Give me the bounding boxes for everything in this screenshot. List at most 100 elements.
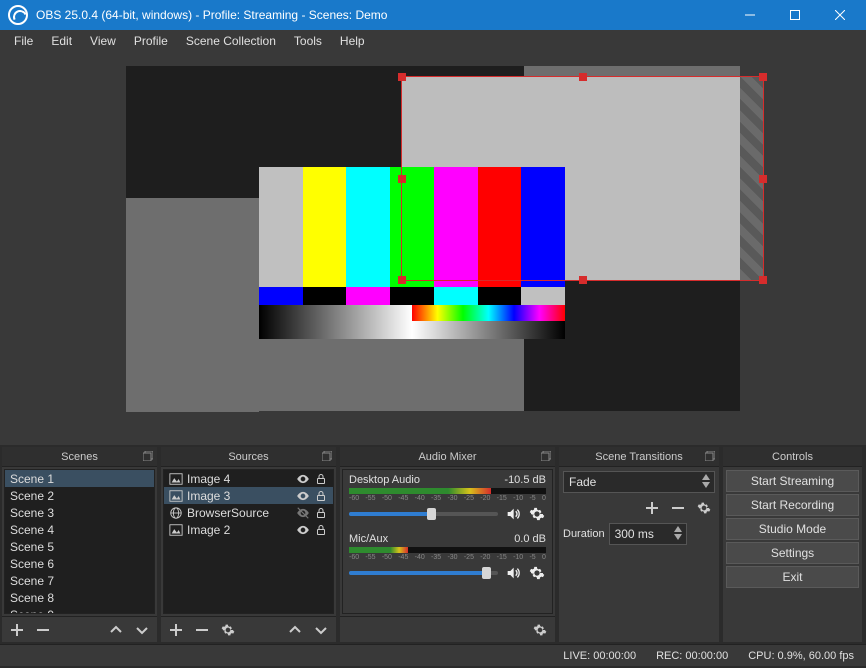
menu-edit[interactable]: Edit <box>43 32 80 50</box>
channel-name: Mic/Aux <box>349 533 388 545</box>
menu-view[interactable]: View <box>82 32 124 50</box>
remove-transition-button[interactable] <box>667 497 689 519</box>
scenes-list[interactable]: Scene 1 Scene 2 Scene 3 Scene 4 Scene 5 … <box>4 469 155 614</box>
undock-icon[interactable] <box>704 450 716 462</box>
scene-label: Scene 1 <box>10 472 54 486</box>
scene-row[interactable]: Scene 6 <box>5 555 154 572</box>
scene-row[interactable]: Scene 4 <box>5 521 154 538</box>
status-live: LIVE: 00:00:00 <box>563 650 636 662</box>
controls-header[interactable]: Controls <box>723 447 862 467</box>
undock-icon[interactable] <box>321 450 333 462</box>
selection-handle[interactable] <box>398 276 406 284</box>
lock-toggle[interactable] <box>314 489 328 503</box>
start-recording-button[interactable]: Start Recording <box>726 494 859 516</box>
selection-handle[interactable] <box>759 276 767 284</box>
chevron-up-icon[interactable] <box>700 473 712 481</box>
selection-handle[interactable] <box>759 73 767 81</box>
scene-label: Scene 3 <box>10 506 54 520</box>
scene-row[interactable]: Scene 5 <box>5 538 154 555</box>
add-scene-button[interactable] <box>6 619 28 641</box>
source-properties-button[interactable] <box>217 619 239 641</box>
move-scene-up-button[interactable] <box>105 619 127 641</box>
mixer-header[interactable]: Audio Mixer <box>340 447 555 467</box>
source-row[interactable]: Image 3 <box>164 487 333 504</box>
menu-scene-collection[interactable]: Scene Collection <box>178 32 284 50</box>
transition-select[interactable]: Fade <box>563 471 715 493</box>
chevron-down-icon[interactable] <box>672 533 684 541</box>
chevron-down-icon[interactable] <box>700 481 712 489</box>
move-scene-down-button[interactable] <box>131 619 153 641</box>
scene-row[interactable]: Scene 9 <box>5 606 154 614</box>
visibility-toggle[interactable] <box>296 472 310 486</box>
selection-outline[interactable] <box>401 76 764 281</box>
visibility-toggle[interactable] <box>296 506 310 520</box>
transition-properties-button[interactable] <box>693 497 715 519</box>
move-source-down-button[interactable] <box>310 619 332 641</box>
selection-handle[interactable] <box>398 175 406 183</box>
scene-label: Scene 2 <box>10 489 54 503</box>
scene-label: Scene 7 <box>10 574 54 588</box>
menubar: File Edit View Profile Scene Collection … <box>0 30 866 52</box>
duration-input[interactable]: 300 ms <box>609 523 687 545</box>
scene-row[interactable]: Scene 2 <box>5 487 154 504</box>
scene-label: Scene 8 <box>10 591 54 605</box>
undock-icon[interactable] <box>142 450 154 462</box>
selection-handle[interactable] <box>579 73 587 81</box>
remove-scene-button[interactable] <box>32 619 54 641</box>
remove-source-button[interactable] <box>191 619 213 641</box>
scene-row[interactable]: Scene 8 <box>5 589 154 606</box>
scenes-dock: Scenes Scene 1 Scene 2 Scene 3 Scene 4 S… <box>2 447 157 642</box>
gear-icon[interactable] <box>528 505 546 523</box>
visibility-toggle[interactable] <box>296 489 310 503</box>
status-rec: REC: 00:00:00 <box>656 650 728 662</box>
mixer-settings-button[interactable] <box>529 619 551 641</box>
scene-row[interactable]: Scene 1 <box>5 470 154 487</box>
dock-row: Scenes Scene 1 Scene 2 Scene 3 Scene 4 S… <box>0 445 866 644</box>
sources-header[interactable]: Sources <box>161 447 336 467</box>
preview-canvas[interactable] <box>126 66 740 411</box>
visibility-toggle[interactable] <box>296 523 310 537</box>
exit-button[interactable]: Exit <box>726 566 859 588</box>
source-label: Image 3 <box>187 489 230 503</box>
sources-list[interactable]: Image 4 Image 3BrowserSourceImage 2 <box>163 469 334 614</box>
duration-value: 300 ms <box>615 527 654 541</box>
close-button[interactable] <box>817 0 862 30</box>
minimize-button[interactable] <box>727 0 772 30</box>
transitions-header[interactable]: Scene Transitions <box>559 447 719 467</box>
speaker-icon[interactable] <box>504 564 522 582</box>
selection-handle[interactable] <box>759 175 767 183</box>
source-row[interactable]: BrowserSource <box>164 504 333 521</box>
speaker-icon[interactable] <box>504 505 522 523</box>
image-icon <box>169 523 183 537</box>
menu-help[interactable]: Help <box>332 32 373 50</box>
maximize-button[interactable] <box>772 0 817 30</box>
gear-icon[interactable] <box>528 564 546 582</box>
undock-icon[interactable] <box>540 450 552 462</box>
scene-row[interactable]: Scene 7 <box>5 572 154 589</box>
add-source-button[interactable] <box>165 619 187 641</box>
chevron-up-icon[interactable] <box>672 525 684 533</box>
menu-file[interactable]: File <box>6 32 41 50</box>
selection-handle[interactable] <box>579 276 587 284</box>
source-row[interactable]: Image 2 <box>164 521 333 538</box>
selection-handle[interactable] <box>398 73 406 81</box>
mixer-footer <box>340 616 555 642</box>
add-transition-button[interactable] <box>641 497 663 519</box>
volume-slider[interactable] <box>349 512 498 516</box>
menu-profile[interactable]: Profile <box>126 32 176 50</box>
start-streaming-button[interactable]: Start Streaming <box>726 470 859 492</box>
scenes-header[interactable]: Scenes <box>2 447 157 467</box>
move-source-up-button[interactable] <box>284 619 306 641</box>
titlebar[interactable]: OBS 25.0.4 (64-bit, windows) - Profile: … <box>0 0 866 30</box>
studio-mode-button[interactable]: Studio Mode <box>726 518 859 540</box>
controls-body: Start Streaming Start Recording Studio M… <box>723 467 862 642</box>
lock-toggle[interactable] <box>314 506 328 520</box>
menu-tools[interactable]: Tools <box>286 32 330 50</box>
settings-button[interactable]: Settings <box>726 542 859 564</box>
image-icon <box>169 489 183 503</box>
source-row[interactable]: Image 4 <box>164 470 333 487</box>
scene-row[interactable]: Scene 3 <box>5 504 154 521</box>
volume-slider[interactable] <box>349 571 498 575</box>
lock-toggle[interactable] <box>314 523 328 537</box>
lock-toggle[interactable] <box>314 472 328 486</box>
